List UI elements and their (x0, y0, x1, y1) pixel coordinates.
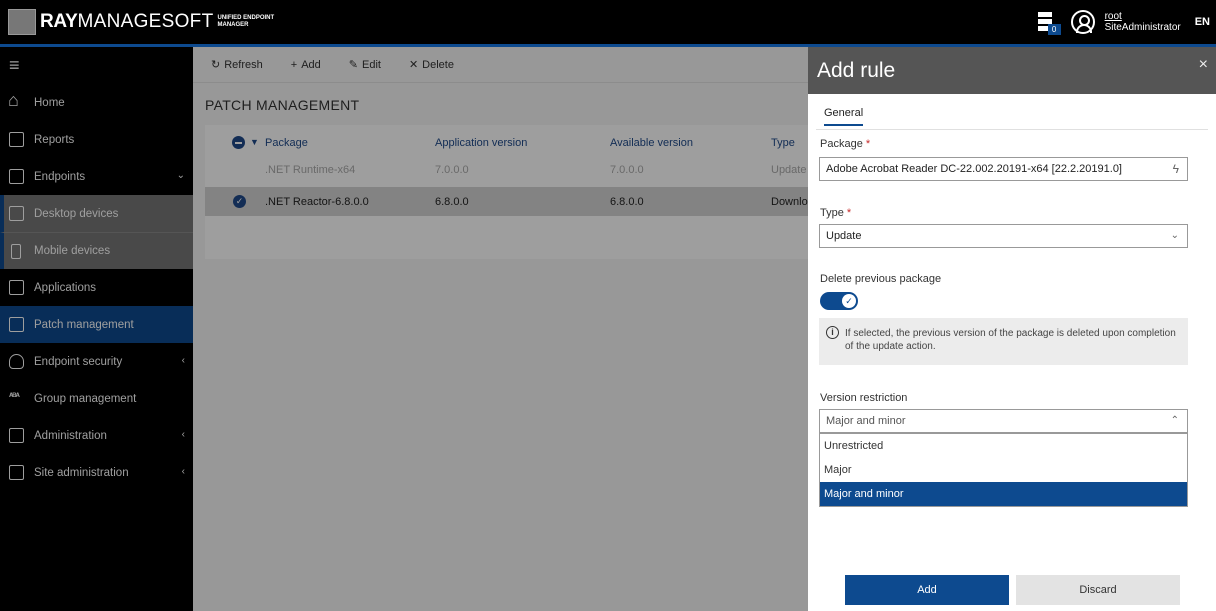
info-icon: i (826, 326, 839, 339)
chevron-down-icon: ⌄ (1170, 230, 1179, 241)
user-avatar-icon[interactable] (1070, 10, 1095, 34)
modal-overlay[interactable] (0, 47, 808, 611)
language-switch[interactable]: EN (1195, 16, 1210, 28)
delete-previous-toggle[interactable]: ✓ (820, 292, 858, 310)
user-info[interactable]: root SiteAdministrator (1105, 11, 1181, 33)
panel-title: Add rule (817, 59, 896, 82)
required-mark: * (846, 207, 852, 219)
package-label: Package * (820, 138, 870, 150)
type-label: Type * (820, 207, 851, 219)
tab-divider (816, 129, 1208, 130)
top-bar: RAY MANAGESOFT UNIFIED ENDPOINT MANAGER … (0, 0, 1216, 44)
type-select[interactable]: Update ⌄ (819, 224, 1188, 248)
discard-button[interactable]: Discard (1016, 575, 1180, 605)
logo-icon (8, 9, 36, 35)
version-restriction-label: Version restriction (820, 392, 908, 404)
info-text: If selected, the previous version of the… (845, 328, 1176, 352)
option-major-and-minor[interactable]: Major and minor (820, 482, 1187, 506)
chevron-up-icon: ⌃ (1170, 415, 1179, 426)
user-name[interactable]: root (1105, 11, 1181, 22)
version-options-list: Unrestricted Major Major and minor (819, 433, 1188, 507)
package-field[interactable]: Adobe Acrobat Reader DC-22.002.20191-x64… (819, 157, 1188, 181)
logo-sub-line2: MANAGER (217, 22, 249, 28)
lightning-icon[interactable]: ϟ (1173, 158, 1179, 180)
server-status-icon[interactable]: 0 (1035, 9, 1061, 35)
close-icon[interactable]: × (1199, 56, 1208, 74)
info-box: i If selected, the previous version of t… (819, 318, 1188, 365)
check-icon: ✓ (842, 294, 856, 308)
type-value: Update (826, 230, 862, 242)
add-rule-panel: Add rule × General Package * Adobe Acrob… (808, 47, 1216, 611)
panel-header: Add rule × (808, 47, 1216, 94)
package-value: Adobe Acrobat Reader DC-22.002.20191-x64… (826, 163, 1122, 175)
server-badge: 0 (1047, 24, 1061, 35)
option-unrestricted[interactable]: Unrestricted (820, 434, 1187, 458)
required-mark: * (865, 138, 871, 150)
tab-general[interactable]: General (824, 107, 864, 126)
option-major[interactable]: Major (820, 458, 1187, 482)
type-label-text: Type (820, 207, 844, 219)
version-restriction-select[interactable]: Major and minor ⌃ (819, 409, 1188, 433)
version-value: Major and minor (826, 415, 906, 427)
package-label-text: Package (820, 138, 863, 150)
logo-managesoft: MANAGESOFT (77, 11, 214, 32)
logo-subtitle: UNIFIED ENDPOINT MANAGER (218, 15, 275, 29)
add-rule-button[interactable]: Add (845, 575, 1009, 605)
logo-sub-line1: UNIFIED ENDPOINT (217, 15, 275, 21)
delete-previous-label: Delete previous package (820, 273, 942, 285)
user-role: SiteAdministrator (1104, 22, 1181, 33)
logo-ray: RAY (40, 11, 78, 32)
logo: RAY MANAGESOFT UNIFIED ENDPOINT MANAGER (8, 8, 274, 36)
